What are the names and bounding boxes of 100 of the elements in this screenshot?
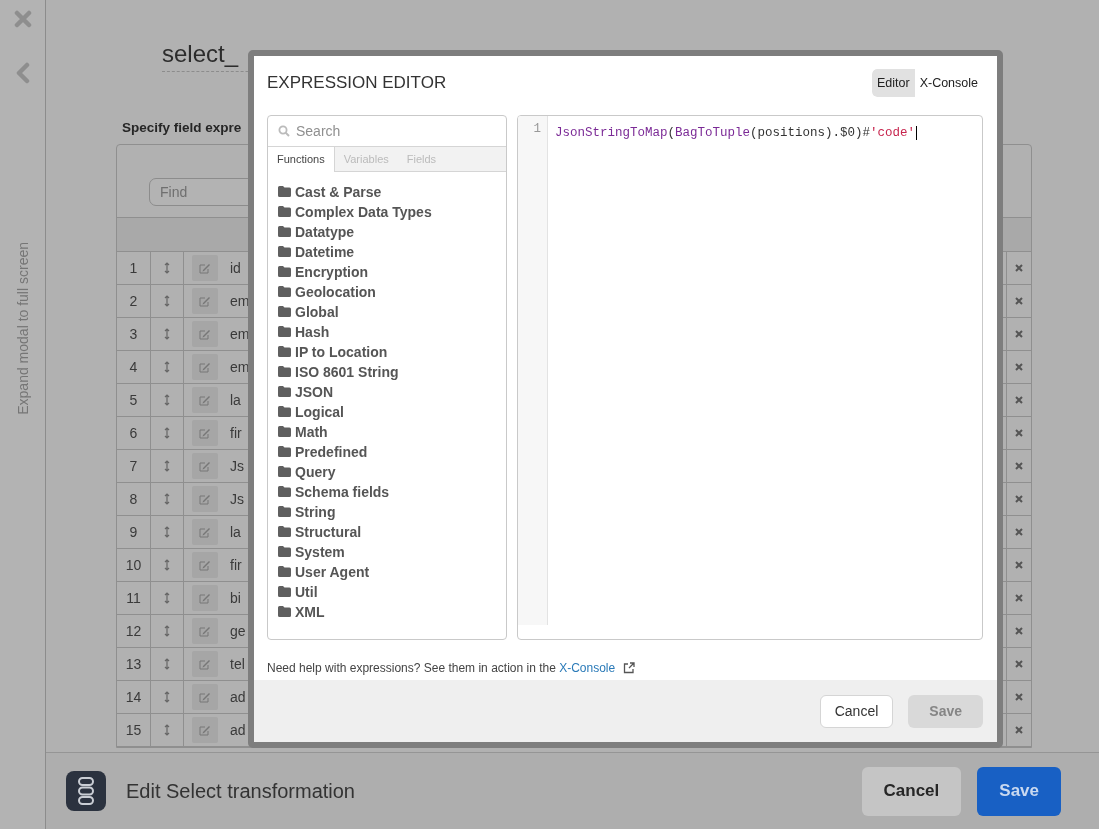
row-number: 10 — [125, 557, 142, 573]
drag-handle-icon[interactable] — [164, 427, 170, 439]
row-number: 4 — [129, 359, 138, 375]
category-item[interactable]: XML — [278, 601, 496, 622]
field-name: ad — [230, 689, 246, 705]
category-item[interactable]: System — [278, 541, 496, 562]
category-item[interactable]: Datetime — [278, 241, 496, 262]
save-button[interactable]: Save — [977, 766, 1061, 816]
drag-handle-icon[interactable] — [164, 460, 170, 472]
folder-icon — [278, 526, 291, 538]
drag-handle-icon[interactable] — [164, 493, 170, 505]
category-item[interactable]: Global — [278, 301, 496, 322]
pencil-icon — [199, 592, 211, 604]
category-item[interactable]: ISO 8601 String — [278, 361, 496, 382]
field-name: tel — [230, 656, 245, 672]
field-name: ad — [230, 722, 246, 738]
remove-icon[interactable] — [1015, 429, 1023, 437]
category-item[interactable]: Encryption — [278, 261, 496, 282]
drag-handle-icon[interactable] — [164, 328, 170, 340]
row-number: 11 — [126, 590, 141, 606]
category-item[interactable]: Complex Data Types — [278, 201, 496, 222]
category-item[interactable]: Predefined — [278, 441, 496, 462]
category-item[interactable]: User Agent — [278, 561, 496, 582]
pencil-icon — [199, 658, 211, 670]
code-editor[interactable]: 1 JsonStringToMap(BagToTuple(positions).$0)#'code' — [517, 114, 983, 640]
remove-icon[interactable] — [1015, 330, 1023, 338]
row-number: 14 — [125, 689, 142, 705]
field-name: fir — [230, 425, 242, 441]
remove-icon[interactable] — [1015, 561, 1023, 569]
drag-handle-icon[interactable] — [164, 724, 170, 736]
folder-icon — [278, 206, 291, 218]
drag-handle-icon[interactable] — [164, 262, 170, 274]
category-item[interactable]: Logical — [278, 401, 496, 422]
folder-icon — [278, 606, 291, 618]
folder-icon — [278, 506, 291, 518]
folder-icon — [278, 226, 291, 238]
category-item[interactable]: Cast & Parse — [278, 181, 496, 202]
category-item[interactable]: Math — [278, 421, 496, 442]
remove-icon[interactable] — [1015, 264, 1023, 272]
category-item[interactable]: Geolocation — [278, 281, 496, 302]
drag-handle-icon[interactable] — [164, 295, 170, 307]
remove-icon[interactable] — [1015, 297, 1023, 305]
row-number: 1 — [129, 260, 138, 276]
drag-handle-icon[interactable] — [164, 394, 170, 406]
drag-handle-icon[interactable] — [164, 361, 170, 373]
folder-icon — [278, 326, 291, 338]
row-number: 7 — [129, 458, 138, 474]
remove-icon[interactable] — [1015, 627, 1023, 635]
remove-icon[interactable] — [1015, 396, 1023, 404]
remove-icon[interactable] — [1015, 693, 1023, 701]
row-number: 5 — [129, 392, 138, 408]
folder-icon — [278, 386, 291, 398]
category-item[interactable]: Util — [278, 581, 496, 602]
cancel-button[interactable]: Cancel — [819, 694, 894, 728]
folder-icon — [278, 466, 291, 478]
category-item[interactable]: JSON — [278, 381, 496, 402]
category-item[interactable]: IP to Location — [278, 341, 496, 362]
pencil-icon — [199, 724, 211, 736]
category-item[interactable]: String — [278, 501, 496, 522]
remove-icon[interactable] — [1015, 462, 1023, 470]
close-icon[interactable] — [13, 10, 32, 28]
category-item[interactable]: Structural — [278, 521, 496, 542]
remove-icon[interactable] — [1015, 495, 1023, 503]
drag-handle-icon[interactable] — [164, 625, 170, 637]
remove-icon[interactable] — [1015, 726, 1023, 734]
cancel-button[interactable]: Cancel — [861, 766, 962, 816]
external-link-icon[interactable] — [623, 661, 636, 674]
help-text: Need help with expressions? See them in action in the X-Console — [267, 660, 616, 675]
row-number: 2 — [129, 293, 138, 309]
remove-icon[interactable] — [1015, 660, 1023, 668]
drag-handle-icon[interactable] — [164, 691, 170, 703]
panel-tab[interactable]: Functions — [268, 146, 335, 172]
pencil-icon — [199, 262, 211, 274]
chevron-left-icon[interactable] — [15, 62, 30, 84]
remove-icon[interactable] — [1015, 363, 1023, 371]
drag-handle-icon[interactable] — [164, 559, 170, 571]
pencil-icon — [199, 295, 211, 307]
drag-handle-icon[interactable] — [164, 592, 170, 604]
field-name: em — [230, 326, 250, 342]
pencil-icon — [199, 394, 211, 406]
category-item[interactable]: Schema fields — [278, 481, 496, 502]
category-item[interactable]: Datatype — [278, 221, 496, 242]
pencil-icon — [199, 526, 211, 538]
drag-handle-icon[interactable] — [164, 526, 170, 538]
folder-icon — [278, 346, 291, 358]
section-heading: Specify field expre — [122, 120, 242, 135]
dialog-title: EXPRESSION EDITOR — [267, 73, 447, 94]
drag-handle-icon[interactable] — [164, 658, 170, 670]
remove-icon[interactable] — [1015, 594, 1023, 602]
category-item[interactable]: Query — [278, 461, 496, 482]
remove-icon[interactable] — [1015, 528, 1023, 536]
mode-tab[interactable]: Editor — [871, 69, 915, 98]
category-item[interactable]: Hash — [278, 321, 496, 342]
folder-icon — [278, 586, 291, 598]
row-number: 13 — [125, 656, 142, 672]
field-name: ge — [230, 623, 246, 639]
row-number: 9 — [129, 524, 138, 540]
row-number: 12 — [125, 623, 142, 639]
x-console-link[interactable]: X-Console — [559, 660, 616, 675]
stack-icon — [66, 771, 106, 811]
